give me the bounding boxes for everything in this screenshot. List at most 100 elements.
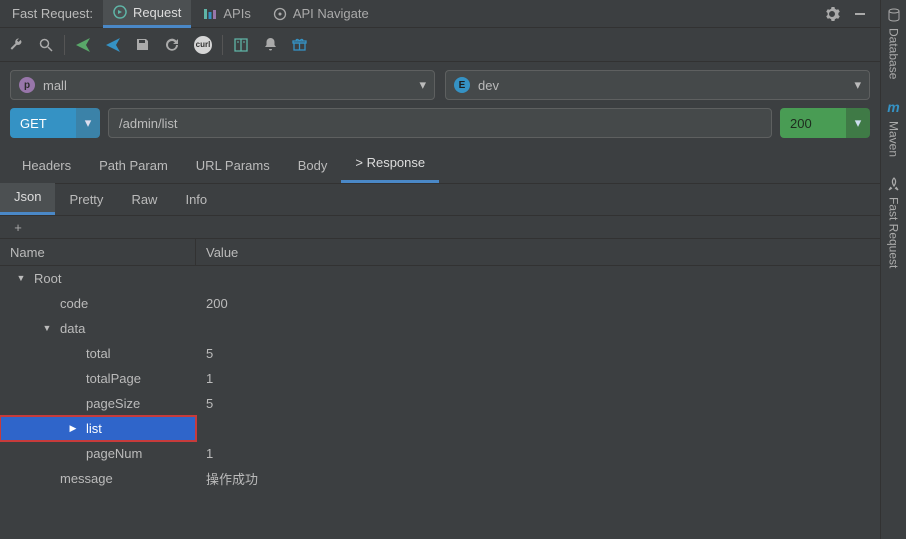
gift-icon[interactable] [292,37,307,52]
rail-fastrequest-label: Fast Request [887,197,901,268]
tree-node-name: list [86,421,102,436]
minimize-icon[interactable] [850,4,870,24]
settings-icon[interactable] [822,4,842,24]
project-select[interactable]: p mall ▾ [10,70,435,100]
topbar-right [822,4,876,24]
tab-url-params[interactable]: URL Params [182,150,284,183]
view-raw[interactable]: Raw [117,186,171,215]
separator [222,35,223,55]
chevron-down-icon[interactable]: ▾ [76,108,100,138]
plugin-title: Fast Request: [4,6,101,21]
method-select[interactable]: GET ▾ [10,108,100,138]
topbar: Fast Request: Request APIs API Navigate [0,0,880,28]
tree-node-value: 5 [196,391,880,416]
tree-node-value [196,316,880,341]
chevron-down-icon: ▾ [419,77,426,93]
project-badge-icon: p [19,77,35,93]
tree-row[interactable]: pageSize 5 [0,391,880,416]
database-icon [887,8,901,22]
tree-node-name: code [60,296,88,311]
tab-request[interactable]: Request [103,0,191,28]
request-row: GET ▾ /admin/list 200 ▾ [0,108,880,148]
tab-request-label: Request [133,5,181,20]
maven-icon: m [887,99,899,115]
status-code: 200 [780,108,846,138]
tree-row[interactable]: totalPage 1 [0,366,880,391]
tree-node-name: totalPage [86,371,141,386]
add-row: + [0,216,880,238]
status-chip[interactable]: 200 ▾ [780,108,870,138]
tab-response[interactable]: > Response [341,147,439,183]
tree-node-value: 5 [196,341,880,366]
search-icon[interactable] [38,37,54,53]
caret-down-icon[interactable] [40,323,54,334]
col-value: Value [196,239,880,265]
tree-node-value [196,266,880,291]
separator [64,35,65,55]
tree-node-value: 1 [196,441,880,466]
tree-row[interactable]: code 200 [0,291,880,316]
env-badge-icon: E [454,77,470,93]
caret-down-icon[interactable] [14,273,28,284]
chevron-down-icon: ▾ [854,77,861,93]
request-icon [113,5,127,19]
tree-node-name: total [86,346,111,361]
tree-node-name: data [60,321,85,336]
tree-node-value: 操作成功 [196,466,880,491]
tab-api-navigate[interactable]: API Navigate [263,0,379,28]
view-pretty[interactable]: Pretty [55,186,117,215]
table-header: Name Value [0,238,880,266]
tab-apis[interactable]: APIs [193,0,260,28]
rocket-icon [887,177,901,191]
tree-row[interactable]: total 5 [0,341,880,366]
redo-icon[interactable] [164,37,180,53]
tree-row[interactable]: Root [0,266,880,291]
view-json[interactable]: Json [0,183,55,215]
rail-maven-label: Maven [887,121,901,157]
caret-right-icon[interactable] [66,423,80,434]
wrench-icon[interactable] [8,37,24,53]
env-label: dev [478,78,499,93]
send-icon[interactable] [75,37,91,53]
main-panel: Fast Request: Request APIs API Navigate [0,0,880,539]
tree-row[interactable]: data [0,316,880,341]
tree-node-name: pageSize [86,396,140,411]
send-download-icon[interactable] [105,37,121,53]
rail-fast-request[interactable]: Fast Request [887,177,901,268]
env-row: p mall ▾ E dev ▾ [0,62,880,108]
right-rail: Database m Maven Fast Request [880,0,906,539]
toolbar: curl [0,28,880,62]
tree-node-value [196,416,880,441]
tab-headers[interactable]: Headers [8,150,85,183]
tab-navigate-label: API Navigate [293,6,369,21]
env-select[interactable]: E dev ▾ [445,70,870,100]
save-icon[interactable] [135,37,150,52]
apis-icon [203,7,217,21]
view-info[interactable]: Info [171,186,221,215]
rail-maven[interactable]: m Maven [887,99,901,157]
rail-database-label: Database [887,28,901,79]
chevron-down-icon[interactable]: ▾ [846,108,870,138]
tab-body[interactable]: Body [284,150,342,183]
tree-row[interactable]: message 操作成功 [0,466,880,491]
tree-node-value: 200 [196,291,880,316]
bell-icon[interactable] [263,37,278,52]
tree-node-name: message [60,471,113,486]
method-label: GET [10,108,76,138]
rail-database[interactable]: Database [887,8,901,79]
json-tree[interactable]: Root code 200 datatotal 5 totalPage 1 pageSize 5… [0,266,880,539]
tree-node-value: 1 [196,366,880,391]
url-input[interactable]: /admin/list [108,108,772,138]
tab-apis-label: APIs [223,6,250,21]
col-name: Name [0,239,196,265]
doc-icon[interactable] [233,37,249,53]
tree-node-name: Root [34,271,61,286]
view-tabs: Json Pretty Raw Info [0,184,880,216]
curl-icon[interactable]: curl [194,36,212,54]
add-icon[interactable]: + [8,217,28,237]
tab-path-param[interactable]: Path Param [85,150,182,183]
request-tabs: Headers Path Param URL Params Body > Res… [0,148,880,184]
tree-row[interactable]: pageNum1 [0,441,880,466]
tree-row[interactable]: list [0,416,880,441]
navigate-icon [273,7,287,21]
